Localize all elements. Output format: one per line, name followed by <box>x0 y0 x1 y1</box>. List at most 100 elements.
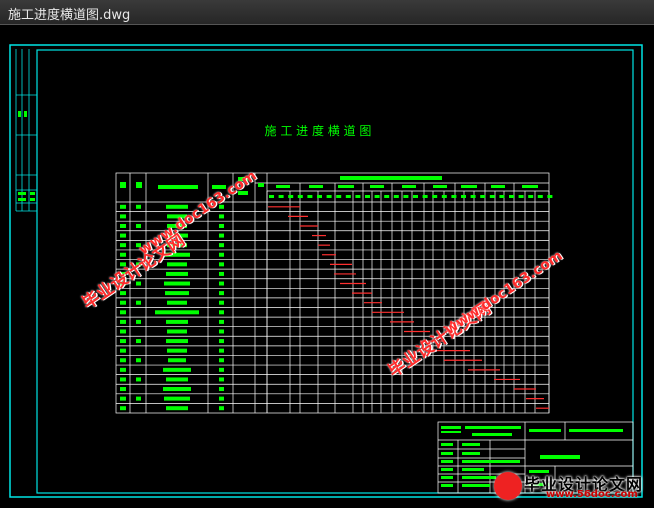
cad-text-glyph <box>269 195 274 198</box>
cad-text-glyph <box>164 281 190 286</box>
cad-text-glyph <box>167 262 187 267</box>
cad-text-glyph <box>374 195 380 198</box>
cad-text-glyph <box>518 195 524 198</box>
cad-text-glyph <box>120 396 126 401</box>
cad-text-glyph <box>120 358 126 363</box>
cad-text-glyph <box>278 195 284 198</box>
chart-title: 施 工 进 度 横 道 图 <box>265 123 372 138</box>
cad-text-glyph <box>219 329 224 334</box>
cad-text-glyph <box>288 195 294 198</box>
cad-text-glyph <box>219 319 224 324</box>
binding-strip-labels <box>18 111 35 201</box>
cad-text-glyph <box>258 183 264 187</box>
cad-text-glyph <box>120 329 126 334</box>
cad-text-glyph <box>120 252 126 257</box>
cad-text-glyph <box>393 195 399 198</box>
cad-text-glyph <box>402 185 416 188</box>
cad-text-glyph <box>166 204 188 209</box>
cad-text-glyph <box>433 185 447 188</box>
cad-text-glyph <box>338 185 354 188</box>
cad-text-glyph <box>136 377 141 382</box>
cad-text-glyph <box>355 195 361 198</box>
cad-text-glyph <box>120 223 126 228</box>
cad-text-glyph <box>491 185 505 188</box>
cad-text-glyph <box>219 406 224 411</box>
cad-text-glyph <box>120 310 126 315</box>
cad-text-glyph <box>219 300 224 305</box>
cad-text-glyph <box>480 195 486 198</box>
cad-text-glyph <box>120 348 126 353</box>
cad-text-glyph <box>219 252 224 257</box>
cad-text-glyph <box>413 195 418 198</box>
cad-text-glyph <box>528 195 534 198</box>
cad-text-glyph <box>120 182 126 188</box>
cad-text-glyph <box>136 223 141 228</box>
cad-text-glyph <box>136 300 141 305</box>
cad-text-glyph <box>120 339 126 344</box>
cad-text-glyph <box>165 291 189 296</box>
cad-text-glyph <box>219 339 224 344</box>
cad-text-glyph <box>219 243 224 248</box>
cad-text-glyph <box>509 195 514 198</box>
cad-text-glyph <box>219 348 224 353</box>
cad-text-glyph <box>297 195 303 198</box>
cad-text-glyph <box>219 271 224 276</box>
cad-text-glyph <box>166 339 188 344</box>
cad-text-glyph <box>441 195 447 198</box>
cad-text-glyph <box>219 387 224 392</box>
cad-text-glyph <box>136 182 142 188</box>
cad-text-glyph <box>219 396 224 401</box>
cad-text-glyph <box>432 195 438 198</box>
cad-text-glyph <box>219 310 224 315</box>
cad-text-glyph <box>219 367 224 372</box>
cad-text-glyph <box>276 185 290 188</box>
cad-text-glyph <box>489 195 495 198</box>
cad-text-glyph <box>547 195 553 198</box>
cad-text-glyph <box>537 195 543 198</box>
brand-logo-icon <box>494 472 522 500</box>
cad-text-glyph <box>167 329 187 334</box>
site-brand-badge: 毕业设计论文网 www.56doc.com <box>488 470 654 504</box>
cad-text-glyph <box>136 204 141 209</box>
drawing-canvas[interactable]: 施 工 进 度 横 道 图 毕业设计论文网 www.doc163.com 毕业设… <box>0 25 654 504</box>
cad-text-glyph <box>326 195 332 198</box>
cad-text-glyph <box>168 358 186 363</box>
cad-text-glyph <box>136 396 141 401</box>
cad-text-glyph <box>136 339 141 344</box>
cad-text-glyph <box>219 262 224 267</box>
cad-text-glyph <box>120 214 126 219</box>
cad-text-glyph <box>120 300 126 305</box>
cad-text-glyph <box>219 233 224 238</box>
cad-text-glyph <box>120 377 126 382</box>
cad-text-glyph <box>163 387 191 392</box>
cad-text-glyph <box>345 195 351 198</box>
cad-text-glyph <box>422 195 428 198</box>
cad-text-glyph <box>120 233 126 238</box>
cad-text-glyph <box>164 396 190 401</box>
cad-text-glyph <box>167 348 187 353</box>
cad-text-glyph <box>219 358 224 363</box>
cad-text-glyph <box>451 195 457 198</box>
cad-text-glyph <box>403 195 409 198</box>
cad-text-glyph <box>470 195 476 198</box>
brand-url: www.56doc.com <box>546 489 638 500</box>
cad-text-glyph <box>461 195 466 198</box>
cad-text-glyph <box>166 406 188 411</box>
cad-text-glyph <box>219 291 224 296</box>
cad-text-glyph <box>522 185 538 188</box>
cad-text-glyph <box>163 367 191 372</box>
cad-text-glyph <box>120 319 126 324</box>
window-titlebar: 施工进度横道图.dwg <box>0 0 654 25</box>
cad-text-glyph <box>167 300 187 305</box>
cad-text-glyph <box>219 377 224 382</box>
cad-text-glyph <box>384 195 390 198</box>
cad-text-glyph <box>120 387 126 392</box>
cad-text-glyph <box>317 195 322 198</box>
cad-text-glyph <box>499 195 505 198</box>
cad-text-glyph <box>340 176 442 180</box>
cad-text-glyph <box>166 319 188 324</box>
binding-strip <box>15 49 37 212</box>
cad-text-glyph <box>336 195 342 198</box>
cad-text-glyph <box>307 195 313 198</box>
cad-text-glyph <box>136 319 141 324</box>
